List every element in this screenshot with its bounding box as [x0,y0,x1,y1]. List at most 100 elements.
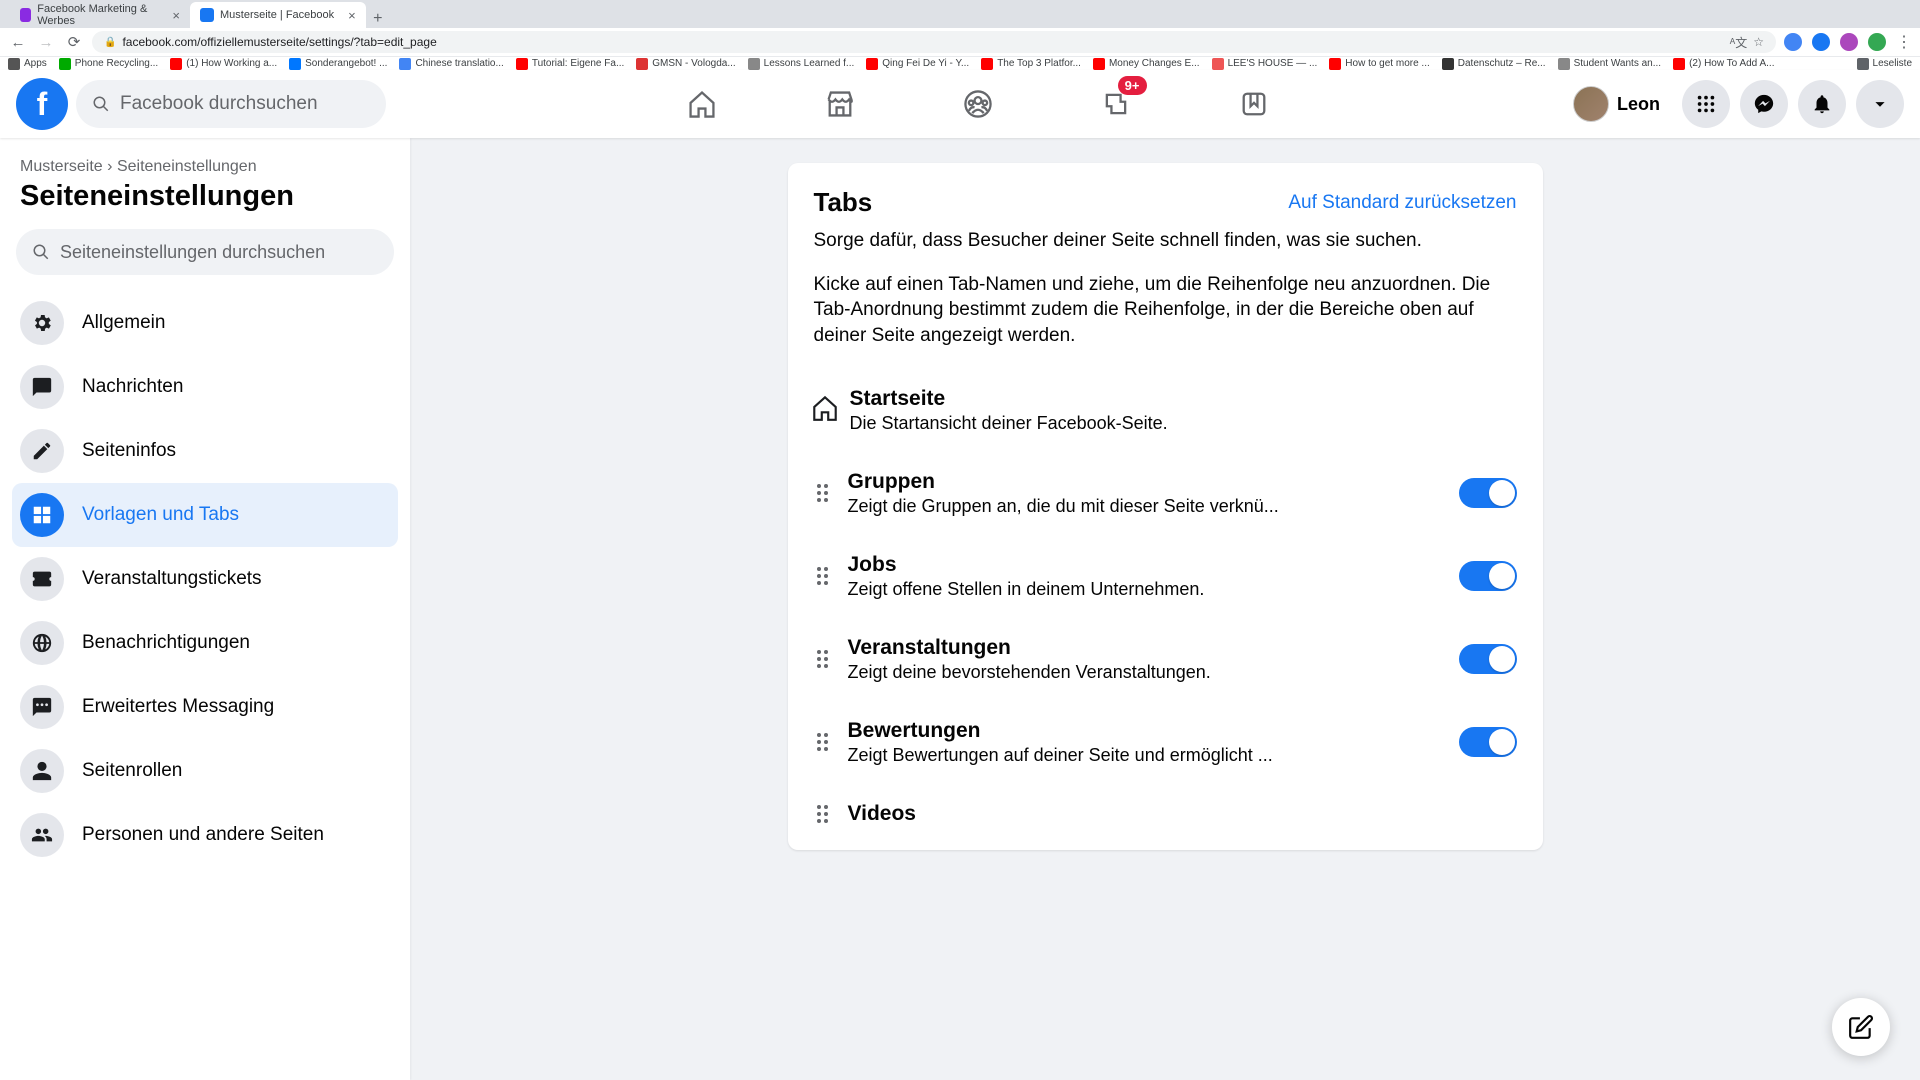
home-icon [810,393,838,428]
nav-bookmarks[interactable] [1189,72,1319,136]
tab-row[interactable]: Veranstaltungen Zeigt deine bevorstehend… [814,618,1517,701]
nav-gaming[interactable]: 9+ [1051,72,1181,136]
sidebar-item-label: Seiteninfos [82,440,176,462]
bookmark-apps[interactable]: Apps [8,58,47,70]
menu-button[interactable] [1682,80,1730,128]
favicon [200,8,214,22]
reset-default-link[interactable]: Auf Standard zurücksetzen [1288,192,1516,214]
sidebar-item-label: Veranstaltungstickets [82,568,262,590]
bookmark-item[interactable]: Lessons Learned f... [748,58,855,70]
nav-marketplace[interactable] [775,72,905,136]
toggle-switch[interactable] [1459,727,1517,757]
bookmark-item[interactable]: Chinese translatio... [399,58,503,70]
tab-row-home: Startseite Die Startansicht deiner Faceb… [814,369,1517,452]
bookmark-item[interactable]: Datenschutz – Re... [1442,58,1546,70]
bookmark-item[interactable]: (2) How To Add A... [1673,58,1774,70]
sidebar-item-people-pages[interactable]: Personen und andere Seiten [12,803,398,867]
new-tab-button[interactable]: + [366,10,390,28]
sidebar-item-notifications[interactable]: Benachrichtigungen [12,611,398,675]
caret-down-icon [1869,93,1891,115]
messenger-button[interactable] [1740,80,1788,128]
close-tab-icon[interactable]: × [172,8,180,23]
store-icon [824,88,856,120]
menu-icon[interactable]: ⋮ [1896,32,1912,52]
groups-icon [962,88,994,120]
facebook-logo[interactable]: f [16,78,68,130]
chat-dots-icon [20,685,64,729]
drag-handle-icon[interactable] [814,733,832,751]
browser-tab-active[interactable]: Musterseite | Facebook × [190,2,366,28]
tab-desc: Die Startansicht deiner Facebook-Seite. [850,413,1390,434]
tab-row[interactable]: Jobs Zeigt offene Stellen in deinem Unte… [814,535,1517,618]
tab-name: Gruppen [848,470,1443,494]
browser-tab[interactable]: Facebook Marketing & Werbes × [10,2,190,28]
tab-row[interactable]: Gruppen Zeigt die Gruppen an, die du mit… [814,452,1517,535]
drag-handle-icon[interactable] [814,484,832,502]
tab-name: Bewertungen [848,719,1443,743]
toggle-switch[interactable] [1459,644,1517,674]
toggle-switch[interactable] [1459,561,1517,591]
search-icon [92,95,110,113]
extension-icon[interactable] [1812,33,1830,51]
star-icon[interactable]: ☆ [1753,35,1764,49]
bookmark-item[interactable]: Student Wants an... [1558,58,1661,70]
bookmark-item[interactable]: (1) How Working a... [170,58,277,70]
gear-icon [20,301,64,345]
sidebar-item-general[interactable]: Allgemein [12,291,398,355]
bookmark-item[interactable]: GMSN - Vologda... [636,58,735,70]
forward-button[interactable]: → [36,34,56,51]
tab-title: Facebook Marketing & Werbes [37,3,158,27]
sidebar-item-page-roles[interactable]: Seitenrollen [12,739,398,803]
sidebar-item-messages[interactable]: Nachrichten [12,355,398,419]
sidebar-item-pageinfo[interactable]: Seiteninfos [12,419,398,483]
search-input[interactable]: Facebook durchsuchen [76,80,386,128]
compose-fab[interactable] [1832,998,1890,1056]
bookmark-item[interactable]: Tutorial: Eigene Fa... [516,58,624,70]
tab-row[interactable]: Bewertungen Zeigt Bewertungen auf deiner… [814,701,1517,784]
edit-icon [1848,1014,1874,1040]
sidebar-item-advanced-messaging[interactable]: Erweitertes Messaging [12,675,398,739]
extension-icon[interactable] [1784,33,1802,51]
right-nav: Leon [1569,80,1904,128]
toggle-switch[interactable] [1459,478,1517,508]
sidebar-item-templates-tabs[interactable]: Vorlagen und Tabs [12,483,398,547]
bookmark-bar: Apps Phone Recycling... (1) How Working … [0,56,1920,70]
url-text: facebook.com/offiziellemusterseite/setti… [122,35,1723,49]
bookmark-item[interactable]: Phone Recycling... [59,58,158,70]
profile-chip[interactable]: Leon [1569,82,1672,126]
close-tab-icon[interactable]: × [348,8,356,23]
bookmark-item[interactable]: The Top 3 Platfor... [981,58,1081,70]
bookmark-item[interactable]: Sonderangebot! ... [289,58,387,70]
notifications-button[interactable] [1798,80,1846,128]
notification-badge: 9+ [1118,76,1147,95]
reload-button[interactable]: ⟳ [64,33,84,51]
translate-icon[interactable]: ᴬ文 [1730,34,1747,51]
account-dropdown[interactable] [1856,80,1904,128]
sidebar-search-placeholder: Seiteneinstellungen durchsuchen [60,242,325,263]
profile-avatar-icon[interactable] [1868,33,1886,51]
nav-groups[interactable] [913,72,1043,136]
reading-list[interactable]: Leseliste [1857,58,1912,70]
nav-home[interactable] [637,72,767,136]
url-field[interactable]: 🔒 facebook.com/offiziellemusterseite/set… [92,31,1776,53]
bookmark-item[interactable]: Money Changes E... [1093,58,1200,70]
sidebar-item-event-tickets[interactable]: Veranstaltungstickets [12,547,398,611]
bookmark-item[interactable]: How to get more ... [1329,58,1429,70]
card-title: Tabs [814,187,873,218]
sidebar-search-input[interactable]: Seiteneinstellungen durchsuchen [16,229,394,275]
back-button[interactable]: ← [8,34,28,51]
drag-handle-icon[interactable] [814,567,832,585]
drag-handle-icon[interactable] [814,650,832,668]
breadcrumb-root[interactable]: Musterseite [20,158,103,175]
breadcrumb: Musterseite › Seiteneinstellungen [12,158,398,176]
tab-row[interactable]: Videos [814,784,1517,826]
search-placeholder: Facebook durchsuchen [120,93,318,115]
bookmark-item[interactable]: LEE'S HOUSE — ... [1212,58,1318,70]
bookmark-item[interactable]: Qing Fei De Yi - Y... [866,58,969,70]
favicon [20,8,31,22]
extension-icon[interactable] [1840,33,1858,51]
tab-title: Musterseite | Facebook [220,9,334,21]
search-icon [32,243,50,261]
sidebar-item-label: Nachrichten [82,376,183,398]
drag-handle-icon[interactable] [814,805,832,823]
